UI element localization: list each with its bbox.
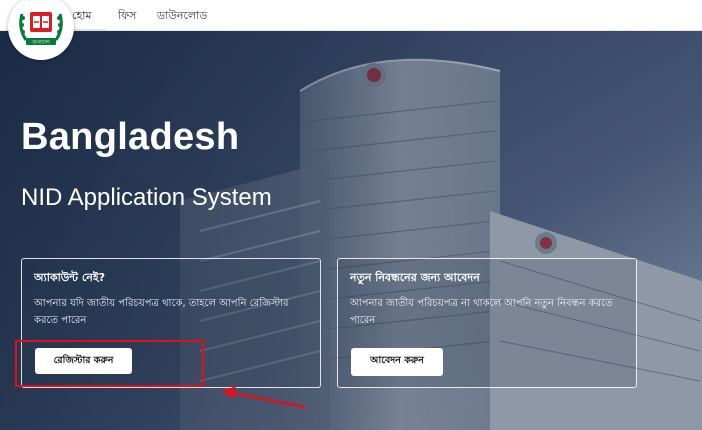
nav-home-link[interactable]: হোম [72,7,92,26]
election-commission-logo[interactable]: বাংলাদেশ [8,0,74,60]
card-description: আপনার জাতীয় পরিচয়পত্র না থাকলে আপনি নত… [350,298,613,326]
hero-subtitle: NID Application System [21,184,272,211]
card-title: নতুন নিবন্ধনের জন্য আবেদন [350,271,480,284]
annotation-highlight-box [15,340,204,387]
top-navbar: হোম ফিস ডাউনলোড [0,0,702,31]
logo-banner-text: বাংলাদেশ [31,40,51,46]
emblem-icon: বাংলাদেশ [19,12,63,46]
card-description: আপনার যদি জাতীয় পরিচয়পত্র থাকে, তাহলে … [34,298,289,326]
new-registration-card: নতুন নিবন্ধনের জন্য আবেদন আপনার জাতীয় প… [337,258,637,388]
card-title: অ্যাকাউন্ট নেই? [34,271,105,284]
nav-fees-link[interactable]: ফিস [118,7,136,26]
nav-download-link[interactable]: ডাউনলোড [157,7,207,26]
hero-title: Bangladesh [21,116,240,158]
apply-button[interactable]: আবেদন করুন [351,348,443,376]
